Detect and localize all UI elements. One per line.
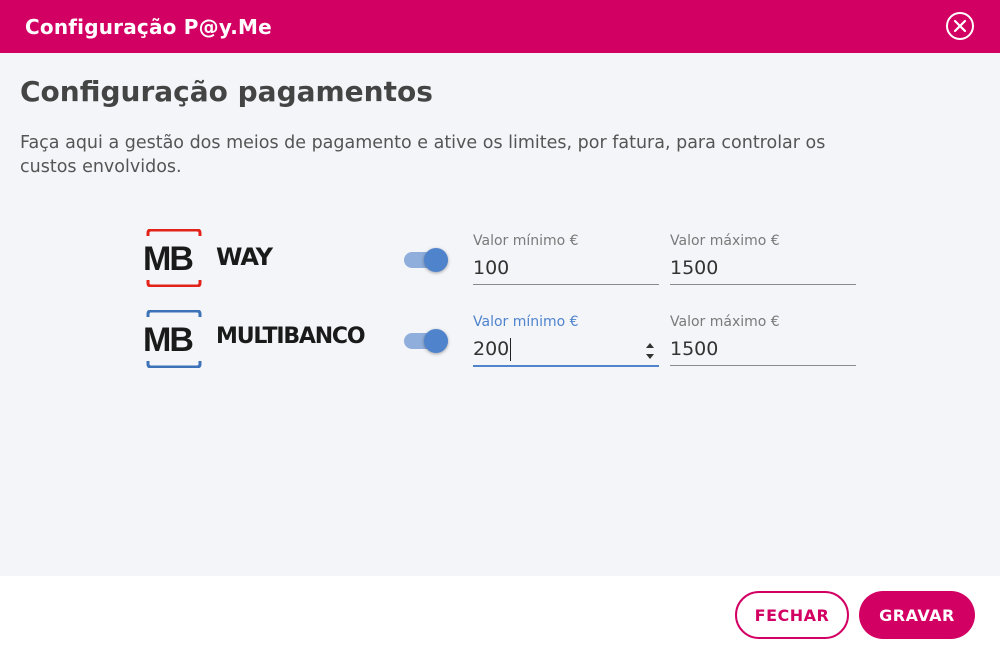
mbway-min-input[interactable] bbox=[473, 252, 659, 285]
number-spinner-icon[interactable] bbox=[645, 339, 655, 363]
mbway-logo-text: WAY bbox=[216, 243, 273, 271]
close-icon bbox=[953, 19, 967, 33]
multibanco-min-field: Valor mínimo € bbox=[473, 309, 661, 367]
multibanco-logo-text: MULTIBANCO bbox=[216, 324, 366, 349]
multibanco-toggle[interactable] bbox=[404, 329, 450, 353]
mbway-max-field: Valor máximo € bbox=[670, 228, 858, 286]
multibanco-max-input[interactable] bbox=[670, 333, 856, 366]
toggle-thumb bbox=[424, 329, 448, 353]
dialog-header: Configuração P@y.Me bbox=[0, 0, 1000, 53]
page-title: Configuração pagamentos bbox=[20, 75, 433, 108]
fechar-button[interactable]: FECHAR bbox=[735, 591, 849, 639]
text-caret bbox=[510, 338, 511, 361]
mbway-toggle[interactable] bbox=[404, 248, 450, 272]
dialog-footer: FECHAR GRAVAR bbox=[0, 576, 1000, 650]
max-label: Valor máximo € bbox=[670, 314, 780, 330]
payment-method-multibanco: MB MULTIBANCO Valor mínimo € Valor máxim… bbox=[0, 309, 1000, 381]
multibanco-max-field: Valor máximo € bbox=[670, 309, 858, 367]
dialog-body: Configuração pagamentos Faça aqui a gest… bbox=[0, 53, 1000, 576]
max-label: Valor máximo € bbox=[670, 233, 780, 249]
multibanco-logo-mark: MB bbox=[143, 321, 193, 359]
mbway-logo-mark: MB bbox=[143, 240, 193, 278]
multibanco-min-input[interactable] bbox=[473, 333, 659, 367]
gravar-button[interactable]: GRAVAR bbox=[859, 591, 975, 639]
mbway-max-input[interactable] bbox=[670, 252, 856, 285]
mbway-min-field: Valor mínimo € bbox=[473, 228, 661, 286]
payment-method-mbway: MB WAY Valor mínimo € Valor máximo € bbox=[0, 228, 1000, 300]
mbway-logo: MB bbox=[143, 229, 202, 287]
close-button[interactable] bbox=[946, 12, 974, 40]
toggle-thumb bbox=[424, 248, 448, 272]
multibanco-logo: MB bbox=[143, 310, 202, 368]
dialog-title: Configuração P@y.Me bbox=[25, 14, 272, 39]
page-description: Faça aqui a gestão dos meios de pagament… bbox=[20, 133, 826, 177]
min-label: Valor mínimo € bbox=[473, 233, 579, 249]
min-label: Valor mínimo € bbox=[473, 314, 579, 330]
